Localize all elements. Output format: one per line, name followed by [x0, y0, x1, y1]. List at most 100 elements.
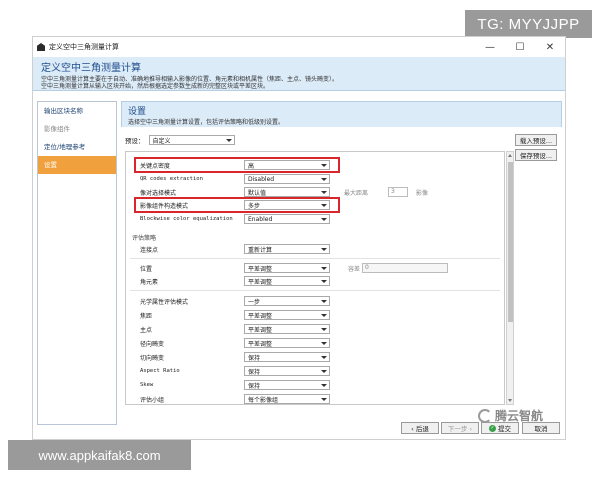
watermark-bottom: www.appkaifak8.com	[8, 440, 191, 470]
setting-value: 重新计算	[248, 246, 273, 254]
setting-name: 光学属性评估模式	[140, 298, 189, 306]
settings-scrollbar[interactable]	[506, 151, 514, 405]
setting-row-skew: Skew 保持	[126, 379, 504, 391]
setting-value: 平差调整	[248, 340, 273, 348]
chevron-down-icon	[321, 178, 327, 181]
step-sidebar: 输出区块名称 影像组件 定位/地理参考 设置	[37, 101, 117, 425]
chevron-down-icon	[321, 342, 327, 345]
tangential-distortion-select[interactable]: 保持	[244, 352, 330, 362]
check-icon: ✓	[489, 424, 496, 432]
chevron-down-icon	[321, 248, 327, 251]
skew-select[interactable]: 保持	[244, 380, 330, 390]
setting-row-position: 位置 平差调整 容差 0	[126, 262, 504, 274]
watermark-logo: 腾云智航	[478, 407, 543, 424]
preset-select[interactable]: 自定义	[148, 135, 235, 145]
setting-row-focal-length: 焦距 平差调整	[126, 309, 504, 321]
max-distance-unit: 影像	[416, 189, 429, 197]
max-distance-input[interactable]: 3	[388, 187, 408, 197]
principal-point-select[interactable]: 平差调整	[244, 324, 330, 334]
sidebar-item-photo-components: 影像组件	[44, 125, 70, 133]
settings-subtitle: 选择空中三角测量计算设置，包括评估策略和低级别设置。	[128, 119, 285, 126]
setting-value: 一步	[248, 298, 261, 306]
window-title: 定义空中三角测量计算	[49, 43, 119, 51]
back-button[interactable]: ‹ 后退	[401, 422, 439, 434]
close-icon[interactable]: ✕	[535, 42, 565, 53]
optical-mode-select[interactable]: 一步	[244, 296, 330, 306]
preset-value: 自定义	[152, 137, 171, 145]
chevron-down-icon	[321, 218, 327, 221]
tie-points-select[interactable]: 重新计算	[244, 244, 330, 254]
logo-swirl-icon	[478, 408, 492, 423]
setting-row-radial-distortion: 径向畸变 平差调整	[126, 337, 504, 349]
setting-name: 径向畸变	[140, 340, 165, 348]
chevron-down-icon	[321, 300, 327, 303]
setting-name: 位置	[140, 265, 153, 273]
watermark-logo-text: 腾云智航	[495, 409, 544, 423]
rotation-select[interactable]: 平差调整	[244, 276, 330, 286]
tolerance-input[interactable]: 0	[362, 263, 448, 273]
watermark-top: TG: MYYJJPP	[465, 10, 592, 38]
next-button: 下一步 ›	[441, 422, 479, 434]
dialog-heading: 定义空中三角测量计算	[41, 63, 141, 74]
setting-name: 像对选择模式	[140, 189, 177, 197]
setting-row-qr-codes: QR codes extraction Disabled	[126, 173, 504, 185]
setting-value: 保持	[248, 368, 261, 376]
setting-value: 高	[248, 162, 255, 170]
chevron-down-icon	[321, 398, 327, 401]
chevron-down-icon	[225, 139, 232, 142]
color-equalization-select[interactable]: Enabled	[244, 214, 330, 224]
focal-length-select[interactable]: 平差调整	[244, 310, 330, 320]
settings-title: 设置	[128, 107, 147, 117]
setting-name: Blockwise color equalization	[140, 216, 233, 222]
chevron-down-icon	[321, 314, 327, 317]
dialog-window: 定义空中三角测量计算 — ☐ ✕ 定义空中三角测量计算 空中三角测量计算主要在于…	[32, 36, 566, 440]
tolerance-label: 容差	[348, 265, 361, 273]
dialog-description-2: 空中三角测量计算从输入区块开始，然后根据选定参数生成新的完整区块或平差区块。	[41, 83, 270, 90]
settings-panel: 设置 选择空中三角测量计算设置，包括评估策略和低级别设置。 预设： 自定义 载入…	[121, 101, 562, 405]
setting-row-color-equalization: Blockwise color equalization Enabled	[126, 213, 504, 225]
sidebar-item-output-block-name[interactable]: 输出区块名称	[38, 102, 116, 120]
settings-header: 设置 选择空中三角测量计算设置，包括评估策略和低级别设置。	[121, 101, 562, 127]
aspect-ratio-select[interactable]: 保持	[244, 366, 330, 376]
minimize-icon[interactable]: —	[475, 42, 505, 53]
setting-value: Enabled	[248, 215, 273, 223]
preset-buttons: 载入预设... 保存预设...	[515, 134, 557, 164]
setting-row-component-mode: 影像组件构造模式 多步	[126, 199, 504, 211]
strategy-section-title: 评估策略	[132, 235, 157, 242]
setting-name: 切向畸变	[140, 354, 165, 362]
chevron-down-icon	[321, 384, 327, 387]
setting-name: 影像组件构造模式	[140, 202, 189, 210]
setting-name: 评估小组	[140, 396, 165, 404]
setting-row-optical-mode: 光学属性评估模式 一步	[126, 295, 504, 307]
scroll-up-icon[interactable]	[508, 154, 512, 157]
keypoint-density-select[interactable]: 高	[244, 160, 330, 170]
setting-value: 每个影像组	[248, 396, 279, 404]
chevron-down-icon	[321, 204, 327, 207]
setting-row-tie-points: 连接点 重新计算	[126, 243, 504, 255]
scroll-down-icon[interactable]	[508, 399, 512, 402]
position-select[interactable]: 平差调整	[244, 263, 330, 273]
dialog-header: 定义空中三角测量计算 空中三角测量计算主要在于自动、准确地推导相输入影像的位置、…	[33, 57, 565, 91]
setting-value: 保持	[248, 354, 261, 362]
dialog-description-1: 空中三角测量计算主要在于自动、准确地推导相输入影像的位置、角元素和相机属性（焦距…	[41, 76, 339, 83]
setting-name: Skew	[140, 382, 154, 388]
settings-grid: 关键点密度 高 QR codes extraction Disabled 像对选…	[125, 151, 505, 405]
pair-selection-select[interactable]: 默认值	[244, 187, 330, 197]
estimation-group-select[interactable]: 每个影像组	[244, 394, 330, 404]
maximize-icon[interactable]: ☐	[505, 42, 535, 53]
save-preset-button[interactable]: 保存预设...	[515, 149, 557, 161]
sidebar-item-settings[interactable]: 设置	[38, 156, 116, 174]
title-bar: 定义空中三角测量计算 — ☐ ✕	[33, 37, 565, 57]
radial-distortion-select[interactable]: 平差调整	[244, 338, 330, 348]
sidebar-item-positioning[interactable]: 定位/地理参考	[38, 138, 116, 156]
max-distance-label: 最大距离	[344, 189, 369, 197]
setting-value: 保持	[248, 382, 261, 390]
app-icon	[37, 43, 45, 51]
setting-row-estimation-group: 评估小组 每个影像组	[126, 393, 504, 404]
load-preset-button[interactable]: 载入预设...	[515, 134, 557, 146]
scroll-thumb[interactable]	[508, 162, 513, 322]
qr-codes-select[interactable]: Disabled	[244, 174, 330, 184]
chevron-down-icon	[321, 356, 327, 359]
component-mode-select[interactable]: 多步	[244, 200, 330, 210]
setting-value: 多步	[248, 202, 261, 210]
